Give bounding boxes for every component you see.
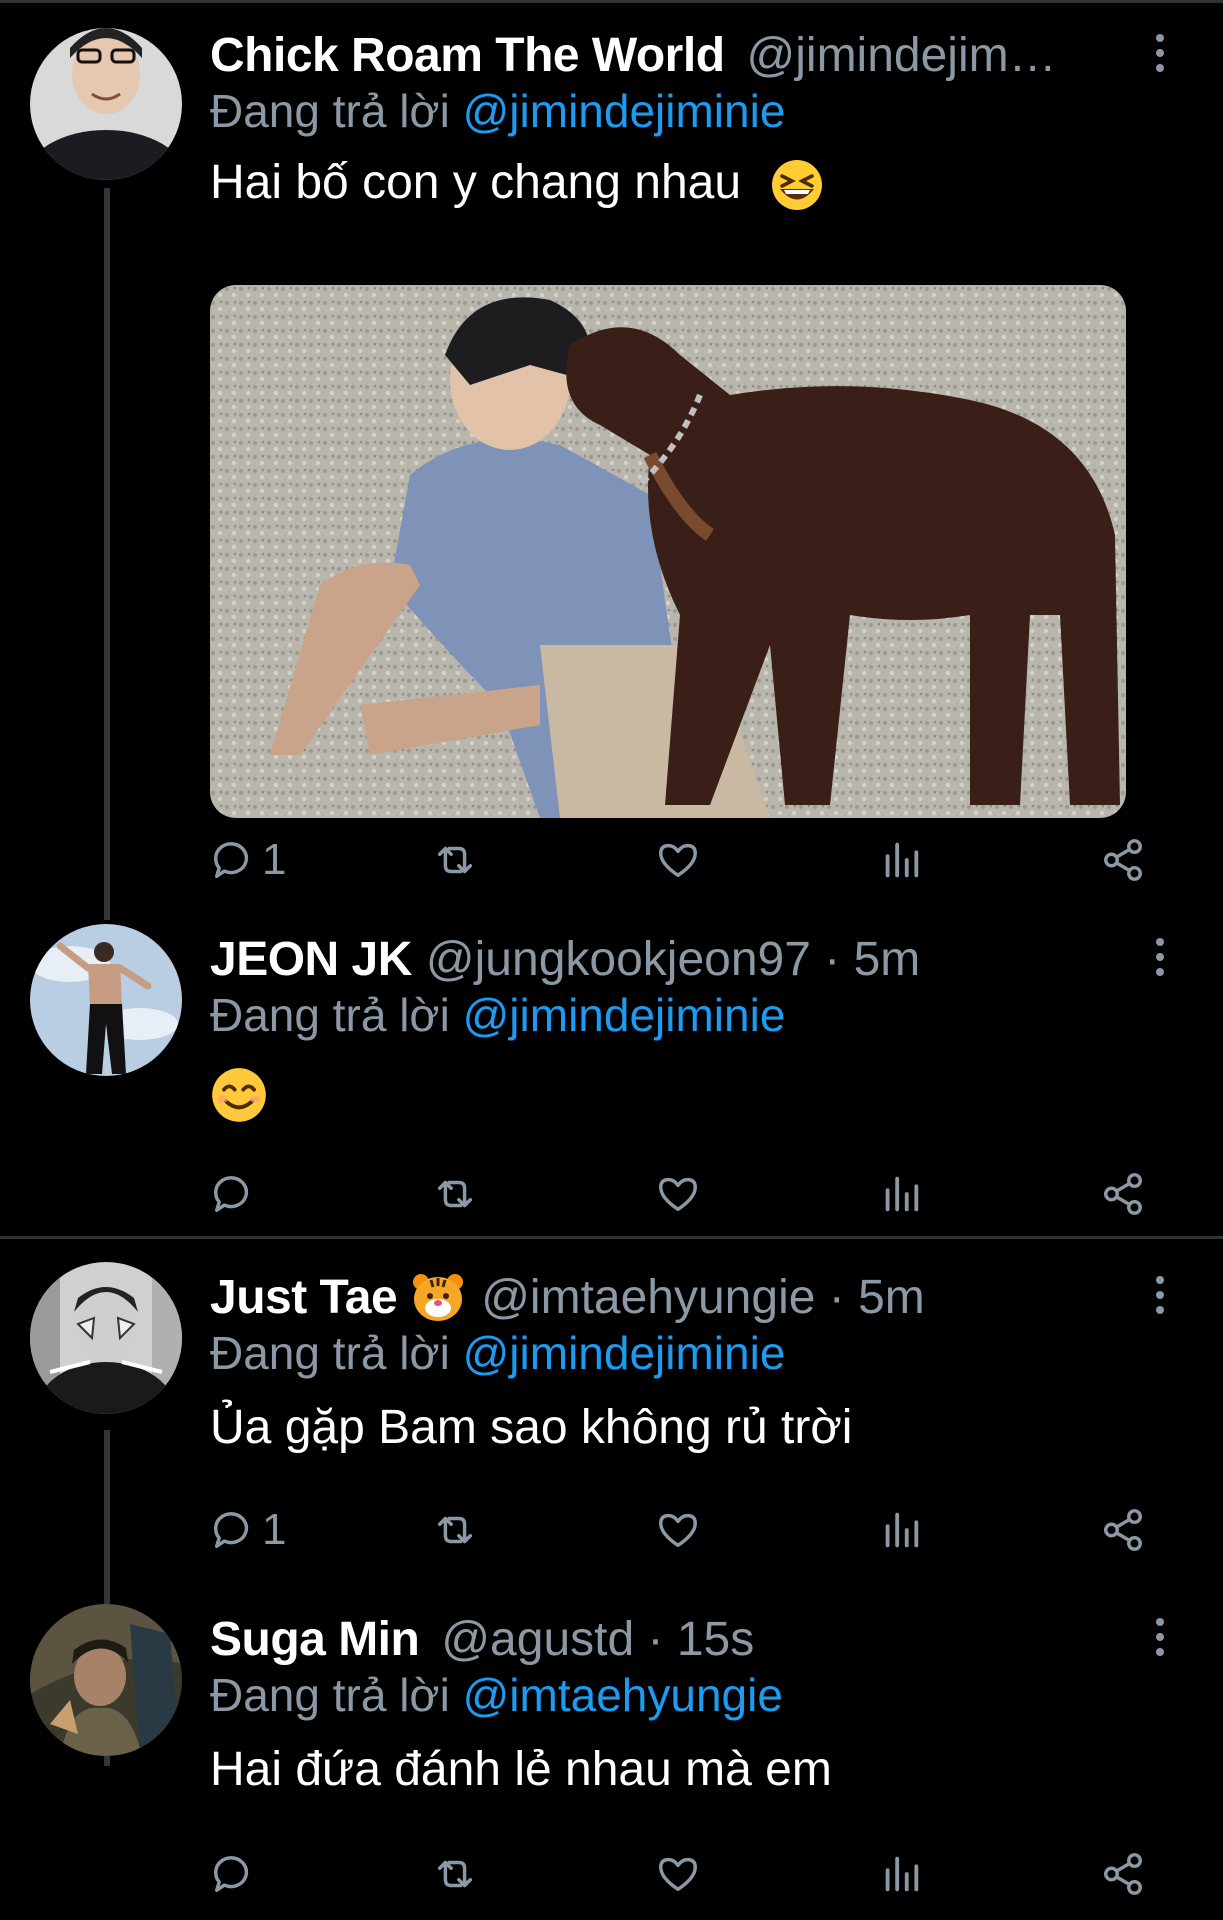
like-button[interactable] bbox=[655, 1500, 701, 1560]
mention-link[interactable]: @jimindejiminie bbox=[463, 85, 786, 137]
reply-icon bbox=[214, 1512, 249, 1549]
heart-icon bbox=[659, 843, 697, 878]
tweet-header: Suga Min @agustd · 15s bbox=[210, 1604, 754, 1674]
retweet-button[interactable] bbox=[432, 830, 478, 890]
heart-icon bbox=[659, 1513, 697, 1548]
grinning-squinting-face-icon bbox=[772, 160, 823, 211]
more-options-icon[interactable] bbox=[1148, 30, 1172, 80]
replying-prefix: Đang trả lời bbox=[210, 85, 463, 137]
username-and-time[interactable]: @agustd · 15s bbox=[441, 1612, 754, 1667]
like-button[interactable] bbox=[655, 1164, 701, 1224]
reply-button[interactable] bbox=[210, 1164, 256, 1224]
display-name[interactable]: JEON JK bbox=[210, 932, 412, 987]
thread-divider bbox=[0, 1236, 1223, 1239]
like-button[interactable] bbox=[655, 1844, 701, 1904]
display-name[interactable]: Suga Min bbox=[210, 1612, 420, 1667]
reply-button[interactable] bbox=[210, 1844, 256, 1904]
share-button[interactable] bbox=[1100, 1844, 1146, 1904]
replying-prefix: Đang trả lời bbox=[210, 989, 463, 1041]
share-button[interactable] bbox=[1100, 830, 1146, 890]
reply-icon bbox=[214, 1856, 249, 1893]
mention-link[interactable]: @jimindejiminie bbox=[463, 1327, 786, 1379]
tweet-text: Hai bố con y chang nhau bbox=[210, 155, 824, 212]
mention-link[interactable]: @jimindejiminie bbox=[463, 989, 786, 1041]
top-divider bbox=[0, 0, 1223, 3]
display-name[interactable]: Chick Roam The World bbox=[210, 28, 725, 83]
analytics-button[interactable] bbox=[878, 830, 924, 890]
share-icon bbox=[1104, 839, 1142, 881]
tweet-header: Chick Roam The World @jimindejim… bbox=[210, 20, 1057, 90]
tweet-actions: 1 bbox=[210, 1500, 1160, 1560]
replying-prefix: Đang trả lời bbox=[210, 1327, 463, 1379]
more-options-icon[interactable] bbox=[1148, 934, 1172, 984]
avatar[interactable] bbox=[30, 1604, 182, 1756]
tweet-header: JEON JK @jungkookjeon97 · 5m bbox=[210, 924, 920, 994]
replying-to: Đang trả lời @jimindejiminie bbox=[210, 988, 785, 1042]
replying-to: Đang trả lời @jimindejiminie bbox=[210, 84, 785, 138]
reply-button[interactable]: 1 bbox=[210, 830, 286, 890]
analytics-icon bbox=[885, 1856, 919, 1892]
thread-line bbox=[104, 188, 110, 920]
username-and-time[interactable]: @jungkookjeon97 · 5m bbox=[426, 932, 920, 987]
tweet-actions bbox=[210, 1844, 1160, 1904]
replying-prefix: Đang trả lời bbox=[210, 1669, 463, 1721]
reply-icon bbox=[214, 842, 249, 879]
more-options-icon[interactable] bbox=[1148, 1272, 1172, 1322]
like-button[interactable] bbox=[655, 830, 701, 890]
replying-to: Đang trả lời @jimindejiminie bbox=[210, 1326, 785, 1380]
tweet-text bbox=[210, 1066, 268, 1136]
retweet-button[interactable] bbox=[432, 1500, 478, 1560]
avatar[interactable] bbox=[30, 28, 182, 180]
heart-icon bbox=[659, 1857, 697, 1892]
retweet-icon bbox=[437, 1860, 473, 1888]
reply-button[interactable]: 1 bbox=[210, 1500, 286, 1560]
retweet-icon bbox=[437, 1516, 473, 1544]
display-name[interactable]: Just Tae bbox=[210, 1270, 398, 1325]
retweet-button[interactable] bbox=[432, 1164, 478, 1224]
mention-link[interactable]: @imtaehyungie bbox=[463, 1669, 783, 1721]
retweet-icon bbox=[437, 846, 473, 874]
analytics-button[interactable] bbox=[878, 1500, 924, 1560]
username-and-time[interactable]: @imtaehyungie · 5m bbox=[481, 1270, 925, 1325]
reply-count: 1 bbox=[262, 1505, 287, 1554]
analytics-button[interactable] bbox=[878, 1844, 924, 1904]
tiger-face-icon bbox=[413, 1274, 464, 1321]
share-button[interactable] bbox=[1100, 1164, 1146, 1224]
reply-count: 1 bbox=[262, 835, 287, 884]
tweet-text-content: Hai bố con y chang nhau bbox=[210, 156, 742, 209]
analytics-button[interactable] bbox=[878, 1164, 924, 1224]
replying-to: Đang trả lời @imtaehyungie bbox=[210, 1668, 783, 1722]
share-icon bbox=[1104, 1173, 1142, 1215]
reply-icon bbox=[214, 1176, 249, 1213]
more-options-icon[interactable] bbox=[1148, 1614, 1172, 1664]
retweet-button[interactable] bbox=[432, 1844, 478, 1904]
tweet-header: Just Tae @imtaehyungie · 5m bbox=[210, 1262, 925, 1332]
share-icon bbox=[1104, 1509, 1142, 1551]
avatar[interactable] bbox=[30, 1262, 182, 1414]
analytics-icon bbox=[885, 842, 919, 878]
tweet-text: Hai đứa đánh lẻ nhau mà em bbox=[210, 1743, 832, 1796]
tweet-media-photo[interactable] bbox=[210, 285, 1126, 818]
smiling-face-icon bbox=[212, 1068, 266, 1122]
share-button[interactable] bbox=[1100, 1500, 1146, 1560]
tweet-text: Ủa gặp Bam sao không rủ trời bbox=[210, 1401, 853, 1454]
analytics-icon bbox=[885, 1512, 919, 1548]
retweet-icon bbox=[437, 1180, 473, 1208]
avatar[interactable] bbox=[30, 924, 182, 1076]
heart-icon bbox=[659, 1177, 697, 1212]
tweet-actions: 1 bbox=[210, 830, 1160, 890]
analytics-icon bbox=[885, 1176, 919, 1212]
share-icon bbox=[1104, 1853, 1142, 1895]
tweet-actions bbox=[210, 1164, 1160, 1224]
username[interactable]: @jimindejim… bbox=[747, 28, 1057, 83]
